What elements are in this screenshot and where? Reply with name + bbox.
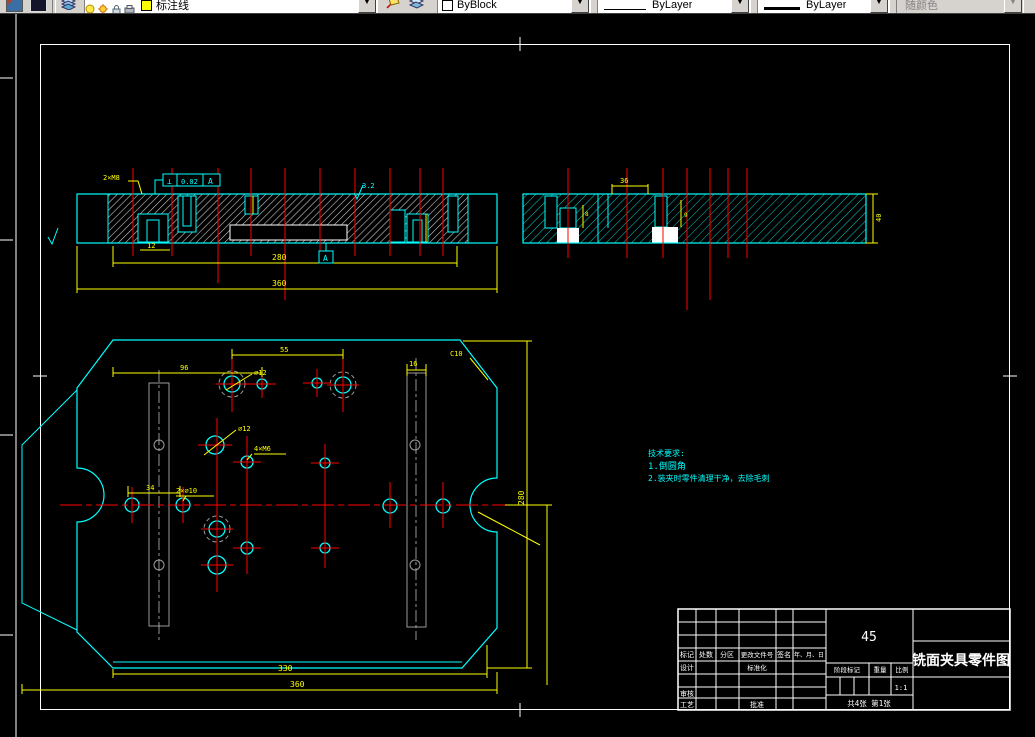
leader-2xdia10: 2×∅10 bbox=[176, 487, 197, 495]
dim-40: 40 bbox=[875, 214, 883, 222]
linetype-dropdown-arrow[interactable]: ▼ bbox=[731, 0, 749, 13]
tb-material: 45 bbox=[861, 630, 877, 645]
tech-notes-item1: 1.倒圆角 bbox=[648, 460, 686, 472]
tool-icon-1 bbox=[6, 0, 23, 12]
layer-on-bulb-icon[interactable] bbox=[85, 4, 96, 13]
leader-thread-label: 2×M8 bbox=[103, 174, 120, 182]
layer-properties-button[interactable] bbox=[57, 0, 83, 13]
dim-280-plan: 280 bbox=[517, 490, 526, 505]
dim-360: 360 bbox=[272, 279, 287, 288]
svg-text:A: A bbox=[323, 254, 328, 263]
svg-text:A: A bbox=[208, 177, 213, 186]
plan-view: 330 360 280 96 55 34 16 ∅12 C10 ∅12 4×M6… bbox=[21, 339, 552, 694]
toolbar-button-left-1[interactable] bbox=[2, 0, 26, 13]
technical-notes: 技术要求: 1.倒圆角 2.装夹时零件清理干净，去除毛刺 bbox=[648, 448, 770, 483]
layer-name: 标注线 bbox=[156, 0, 189, 12]
dim-16: 16 bbox=[409, 360, 417, 368]
linetype-sample bbox=[604, 8, 646, 10]
layer-dropdown-arrow[interactable]: ▼ bbox=[358, 0, 376, 13]
current-lineweight-value: ByLayer bbox=[806, 0, 847, 11]
lineweight-dropdown-arrow[interactable]: ▼ bbox=[870, 0, 888, 13]
current-linetype-value: ByLayer bbox=[652, 0, 693, 11]
cad-drawing-canvas[interactable]: 280 360 12 2×M8 ⊥ 0.02 A 3.2 A 36 40 8 9… bbox=[0, 0, 1035, 737]
layers-icon bbox=[60, 0, 77, 11]
lineweight-control-dropdown[interactable]: ByLayer ▼ bbox=[757, 0, 890, 13]
plot-style-control-dropdown: 随颜色 ▼ bbox=[896, 0, 1024, 13]
tb-row-approve: 批准 bbox=[750, 700, 764, 709]
layer-previous-button[interactable] bbox=[405, 0, 431, 13]
tb-col-date: 年、月、日 bbox=[794, 651, 824, 659]
color-control-dropdown[interactable]: ByBlock ▼ bbox=[437, 0, 591, 13]
toolbar-button-left-2[interactable] bbox=[26, 0, 50, 13]
tb-scale-value: 1:1 bbox=[895, 684, 908, 692]
svg-text:0.02: 0.02 bbox=[181, 178, 198, 186]
tb-row-process: 工艺 bbox=[680, 701, 694, 709]
tech-notes-item2: 2.装夹时零件清理干净，去除毛刺 bbox=[648, 473, 770, 483]
color-dropdown-arrow[interactable]: ▼ bbox=[571, 0, 589, 13]
dim-pocket: 12 bbox=[147, 242, 155, 250]
tb-col-zone: 分区 bbox=[720, 650, 734, 659]
dim-55: 55 bbox=[280, 346, 288, 354]
tb-drawing-title: 铣面夹具零件图 bbox=[912, 652, 1010, 669]
tb-scale-label: 比例 bbox=[896, 665, 909, 674]
svg-text:⊥: ⊥ bbox=[167, 177, 172, 186]
dim-360-plan: 360 bbox=[290, 680, 305, 689]
tb-col-mark: 标记 bbox=[680, 650, 694, 659]
lineweight-sample bbox=[764, 7, 800, 10]
plot-style-dropdown-arrow: ▼ bbox=[1004, 0, 1022, 13]
leader-c10: C10 bbox=[450, 350, 463, 358]
feature-control-frame: ⊥ 0.02 A bbox=[154, 173, 221, 194]
leader-dia12-top: ∅12 bbox=[254, 369, 267, 377]
tb-row-check: 审核 bbox=[680, 689, 694, 698]
toolbar-separator bbox=[52, 0, 56, 13]
object-properties-toolbar: 标注线 ▼ ByBlock ▼ ByLayer ▼ ByLayer ▼ 随颜色 … bbox=[0, 0, 1035, 14]
roughness-value: 3.2 bbox=[362, 182, 375, 190]
tb-col-count: 处数 bbox=[699, 650, 713, 659]
tb-col-doc: 更改文件号 bbox=[741, 650, 774, 659]
drawing-frame bbox=[0, 13, 1017, 737]
tb-row-standard: 标准化 bbox=[747, 663, 767, 672]
tb-stage-label: 阶段标记 bbox=[834, 665, 861, 674]
layer-control-dropdown[interactable]: 标注线 ▼ bbox=[84, 0, 378, 13]
tech-notes-title: 技术要求: bbox=[648, 448, 685, 458]
tb-row-design: 设计 bbox=[680, 663, 694, 672]
layer-color-chip bbox=[141, 0, 152, 11]
tb-col-sign: 签名 bbox=[777, 650, 791, 659]
title-block: 标记 处数 分区 更改文件号 签名 年、月、日 设计 标准化 审核 工艺 批准 … bbox=[677, 608, 1011, 711]
layer-freeze-sun-icon[interactable] bbox=[98, 3, 109, 13]
current-color-value: ByBlock bbox=[457, 0, 497, 11]
leader-4xm6: 4×M6 bbox=[254, 445, 271, 453]
layer-lock-icon[interactable] bbox=[111, 4, 122, 13]
side-section-view: 36 40 8 9 bbox=[522, 168, 883, 310]
leader-dia12-mid: ∅12 bbox=[238, 425, 251, 433]
tool-icon-2 bbox=[30, 0, 47, 12]
layer-previous-icon bbox=[408, 0, 425, 10]
current-color-chip bbox=[442, 0, 453, 11]
linetype-control-dropdown[interactable]: ByLayer ▼ bbox=[597, 0, 751, 13]
tb-sheet-info: 共4张 第1张 bbox=[847, 698, 891, 708]
dim-34: 34 bbox=[146, 484, 154, 492]
dim-330: 330 bbox=[278, 664, 293, 673]
dim-280: 280 bbox=[272, 253, 287, 262]
dim-96: 96 bbox=[180, 364, 188, 372]
datum-flag: A bbox=[318, 243, 334, 264]
dim-8: 8 bbox=[585, 211, 589, 218]
dim-36: 36 bbox=[620, 177, 628, 185]
tb-weight-label: 重量 bbox=[874, 666, 888, 674]
plot-style-value: 随颜色 bbox=[905, 0, 938, 12]
layer-plot-icon[interactable] bbox=[124, 4, 135, 13]
dim-9: 9 bbox=[684, 212, 688, 219]
make-layer-current-button[interactable] bbox=[381, 0, 405, 13]
make-current-icon bbox=[385, 0, 400, 10]
front-section-view: 280 360 12 2×M8 ⊥ 0.02 A 3.2 A bbox=[47, 168, 498, 300]
